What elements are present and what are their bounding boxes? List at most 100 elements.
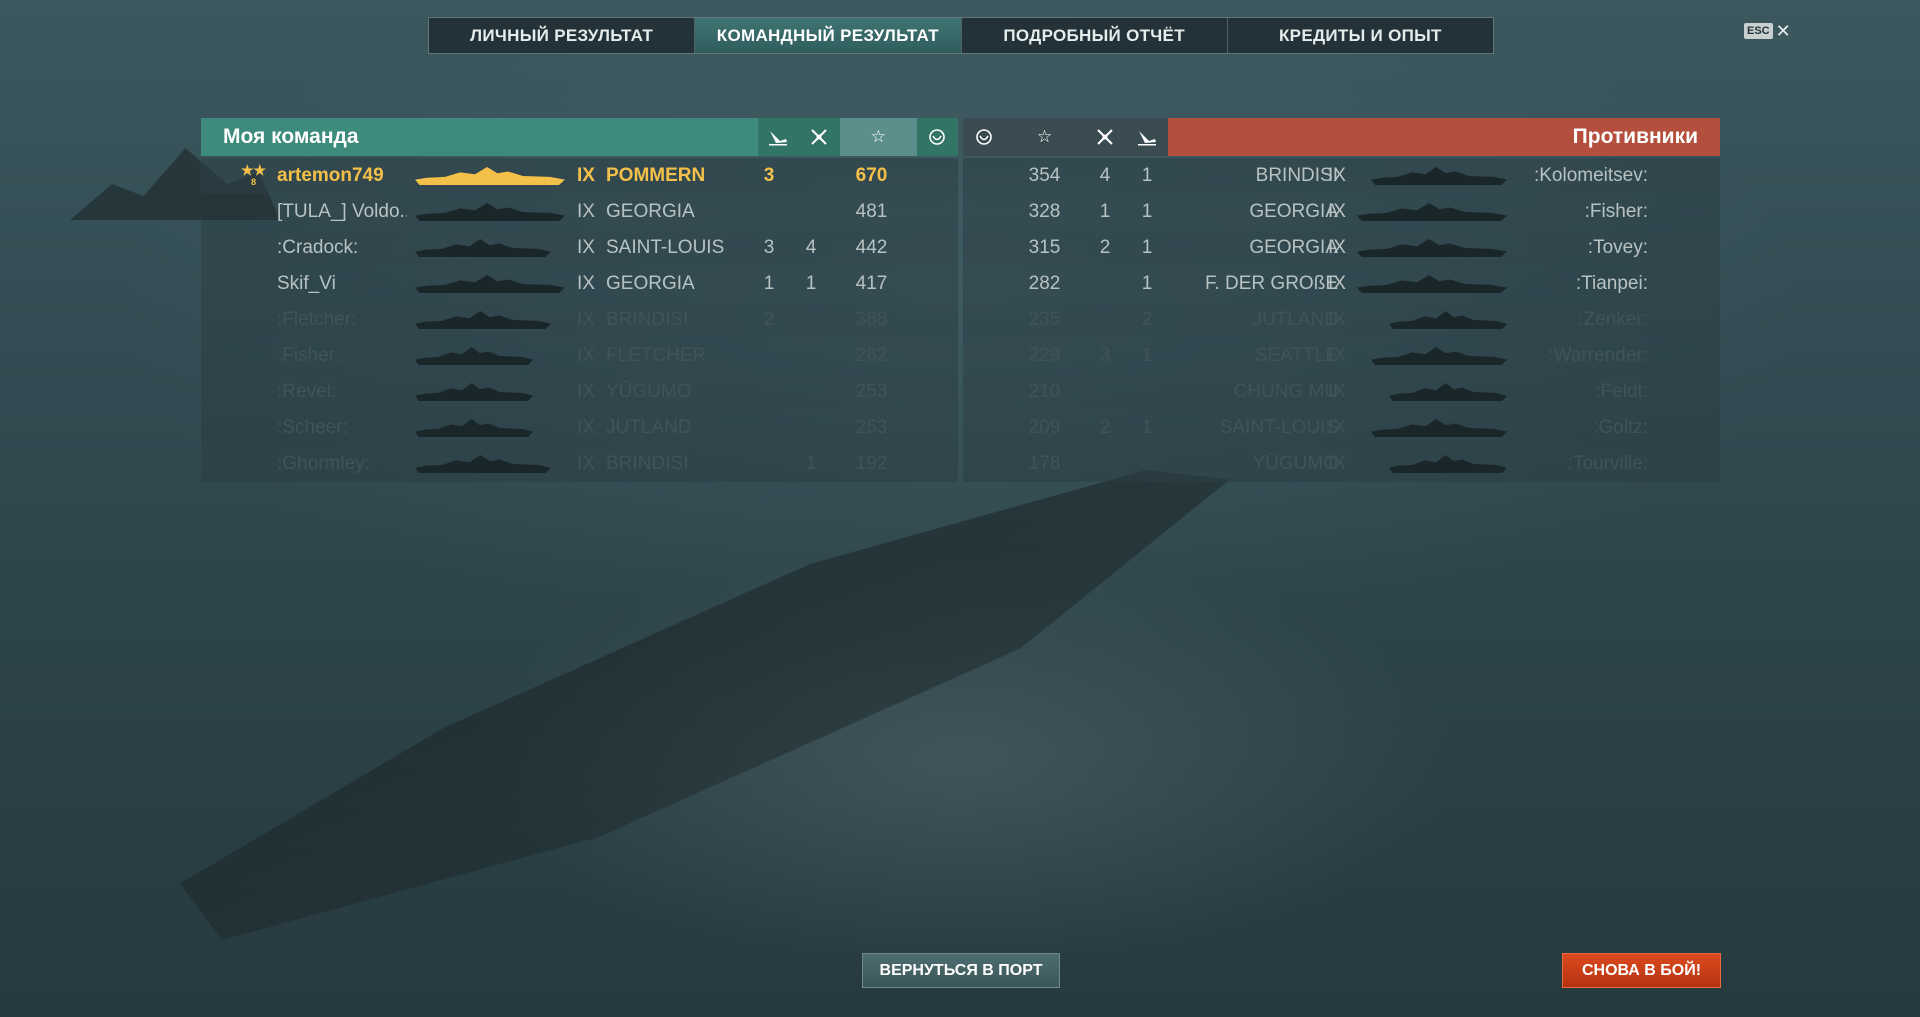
ship-name: GEORGIA xyxy=(1249,237,1338,258)
ship-name: BRINDISI xyxy=(606,453,689,474)
rank-level: 8 xyxy=(251,177,257,187)
tab-detailed-report[interactable]: ПОДРОБНЫЙ ОТЧЁТ xyxy=(962,18,1228,53)
close-icon: ✕ xyxy=(1775,21,1791,41)
ship-name: SAINT-LOUIS xyxy=(1219,417,1338,438)
ship-tier: IX xyxy=(577,201,595,222)
ship-tier: IX xyxy=(577,345,595,366)
player-name: :Tourville: xyxy=(1567,453,1648,474)
player-name: artemon749 xyxy=(277,165,384,186)
planes-destroyed-icon[interactable] xyxy=(798,118,840,156)
my-team-header: Моя команда ☆ xyxy=(201,118,958,156)
result-tabs: ЛИЧНЫЙ РЕЗУЛЬТАТ КОМАНДНЫЙ РЕЗУЛЬТАТ ПОД… xyxy=(428,17,1494,54)
ship-silhouette-icon xyxy=(1357,239,1507,257)
score-value: 262 xyxy=(855,345,888,366)
base-capture-icon[interactable] xyxy=(963,118,1005,156)
table-row[interactable]: 282 1 F. DER GROßE IX :Tianpei: xyxy=(963,266,1720,302)
ship-silhouette-icon xyxy=(415,311,551,329)
ships-sunk-icon[interactable] xyxy=(757,118,799,156)
ships-sunk-value: 1 xyxy=(1141,165,1153,186)
player-name: :Revel: xyxy=(277,381,337,402)
ships-sunk-value: 1 xyxy=(763,273,775,294)
ship-tier: IX xyxy=(577,417,595,438)
player-name: :Fisher: xyxy=(1584,201,1648,222)
ship-silhouette-icon xyxy=(415,347,533,365)
score-value: 229 xyxy=(1028,345,1061,366)
ship-name: F. DER GROßE xyxy=(1204,273,1338,294)
ship-tier: IX xyxy=(1328,345,1346,366)
table-row[interactable]: ★★ 8 artemon749 IX POMMERN 3 670 xyxy=(201,158,958,194)
score-value: 209 xyxy=(1028,417,1061,438)
ship-name: POMMERN xyxy=(606,165,706,186)
ship-name: GEORGIA xyxy=(606,201,695,222)
planes-value: 2 xyxy=(1099,237,1111,258)
ship-silhouette-icon xyxy=(415,383,533,401)
ship-name: YŪGUMO xyxy=(1252,453,1339,474)
table-row[interactable]: :Fisher: IX FLETCHER 262 xyxy=(201,338,958,374)
planes-value: 4 xyxy=(805,237,817,258)
enemy-team-title: Противники xyxy=(1572,125,1698,148)
ship-silhouette-icon xyxy=(415,203,565,221)
table-row[interactable]: 210 CHUNG MU IX :Feldt: xyxy=(963,374,1720,410)
ship-tier: IX xyxy=(577,453,595,474)
ship-tier: IX xyxy=(1328,201,1346,222)
score-value: 388 xyxy=(855,309,888,330)
esc-key-badge: ESC xyxy=(1744,23,1773,39)
planes-destroyed-icon[interactable] xyxy=(1084,118,1126,156)
player-name: :Cradock: xyxy=(277,237,359,258)
ships-sunk-icon[interactable] xyxy=(1126,118,1168,156)
table-row[interactable]: 354 4 1 BRINDISI IX :Kolomeitsev: xyxy=(963,158,1720,194)
my-team-table: ★★ 8 artemon749 IX POMMERN 3 670 [TULA_]… xyxy=(201,158,958,482)
planes-value: 4 xyxy=(1099,165,1111,186)
table-row[interactable]: :Cradock: IX SAINT-LOUIS 3 4 442 xyxy=(201,230,958,266)
ship-silhouette-icon xyxy=(1357,275,1507,293)
score-star-icon[interactable]: ☆ xyxy=(1005,118,1084,156)
score-value: 328 xyxy=(1028,201,1061,222)
close-button[interactable]: ESC ✕ xyxy=(1744,22,1791,40)
table-row[interactable]: 209 2 1 SAINT-LOUIS IX :Goltz: xyxy=(963,410,1720,446)
ship-tier: IX xyxy=(1328,453,1346,474)
ship-tier: IX xyxy=(1328,381,1346,402)
ship-name: BRINDISI xyxy=(1255,165,1338,186)
return-to-port-button[interactable]: ВЕРНУТЬСЯ В ПОРТ xyxy=(862,953,1060,988)
table-row[interactable]: [TULA_] Voldo... IX GEORGIA 481 xyxy=(201,194,958,230)
table-row[interactable]: :Ghormley: IX BRINDISI 1 192 xyxy=(201,446,958,482)
ship-name: GEORGIA xyxy=(1249,201,1338,222)
ship-silhouette-icon xyxy=(1357,203,1507,221)
planes-value: 2 xyxy=(1099,417,1111,438)
table-row[interactable]: 229 3 1 SEATTLE IX :Warrender: xyxy=(963,338,1720,374)
player-name: :Tovey: xyxy=(1587,237,1648,258)
score-value: 282 xyxy=(1028,273,1061,294)
base-capture-icon[interactable] xyxy=(916,118,958,156)
tab-personal-result[interactable]: ЛИЧНЫЙ РЕЗУЛЬТАТ xyxy=(429,18,696,53)
score-value: 442 xyxy=(855,237,888,258)
table-row[interactable]: Skif_Vi IX GEORGIA 1 1 417 xyxy=(201,266,958,302)
planes-value: 1 xyxy=(805,453,817,474)
my-team-title: Моя команда xyxy=(223,125,359,148)
table-row[interactable]: 315 2 1 GEORGIA IX :Tovey: xyxy=(963,230,1720,266)
tab-team-result[interactable]: КОМАНДНЫЙ РЕЗУЛЬТАТ xyxy=(695,18,962,53)
table-row[interactable]: :Revel: IX YŪGUMO 253 xyxy=(201,374,958,410)
table-row[interactable]: 328 1 1 GEORGIA IX :Fisher: xyxy=(963,194,1720,230)
ship-name: YŪGUMO xyxy=(606,381,692,402)
table-row[interactable]: :Fletcher: IX BRINDISI 2 388 xyxy=(201,302,958,338)
ship-name: CHUNG MU xyxy=(1233,381,1339,402)
table-row[interactable]: 235 2 JUTLAND IX :Zenker: xyxy=(963,302,1720,338)
player-name: :Goltz: xyxy=(1593,417,1648,438)
table-row[interactable]: 178 YŪGUMO IX :Tourville: xyxy=(963,446,1720,482)
ships-sunk-value: 1 xyxy=(1141,237,1153,258)
table-row[interactable]: :Scheer: IX JUTLAND 253 xyxy=(201,410,958,446)
ship-silhouette-icon xyxy=(415,419,533,437)
ships-sunk-value: 1 xyxy=(1141,345,1153,366)
player-name: Skif_Vi xyxy=(277,273,336,294)
ship-name: JUTLAND xyxy=(606,417,692,438)
tab-credits-xp[interactable]: КРЕДИТЫ И ОПЫТ xyxy=(1228,18,1493,53)
player-name: :Ghormley: xyxy=(277,453,370,474)
ship-tier: IX xyxy=(577,237,595,258)
ship-tier: IX xyxy=(1328,165,1346,186)
score-value: 192 xyxy=(855,453,888,474)
score-value: 315 xyxy=(1028,237,1061,258)
ships-sunk-value: 1 xyxy=(1141,417,1153,438)
battle-again-button[interactable]: СНОВА В БОЙ! xyxy=(1562,953,1721,988)
score-star-icon[interactable]: ☆ xyxy=(839,118,917,156)
ship-tier: IX xyxy=(577,309,595,330)
